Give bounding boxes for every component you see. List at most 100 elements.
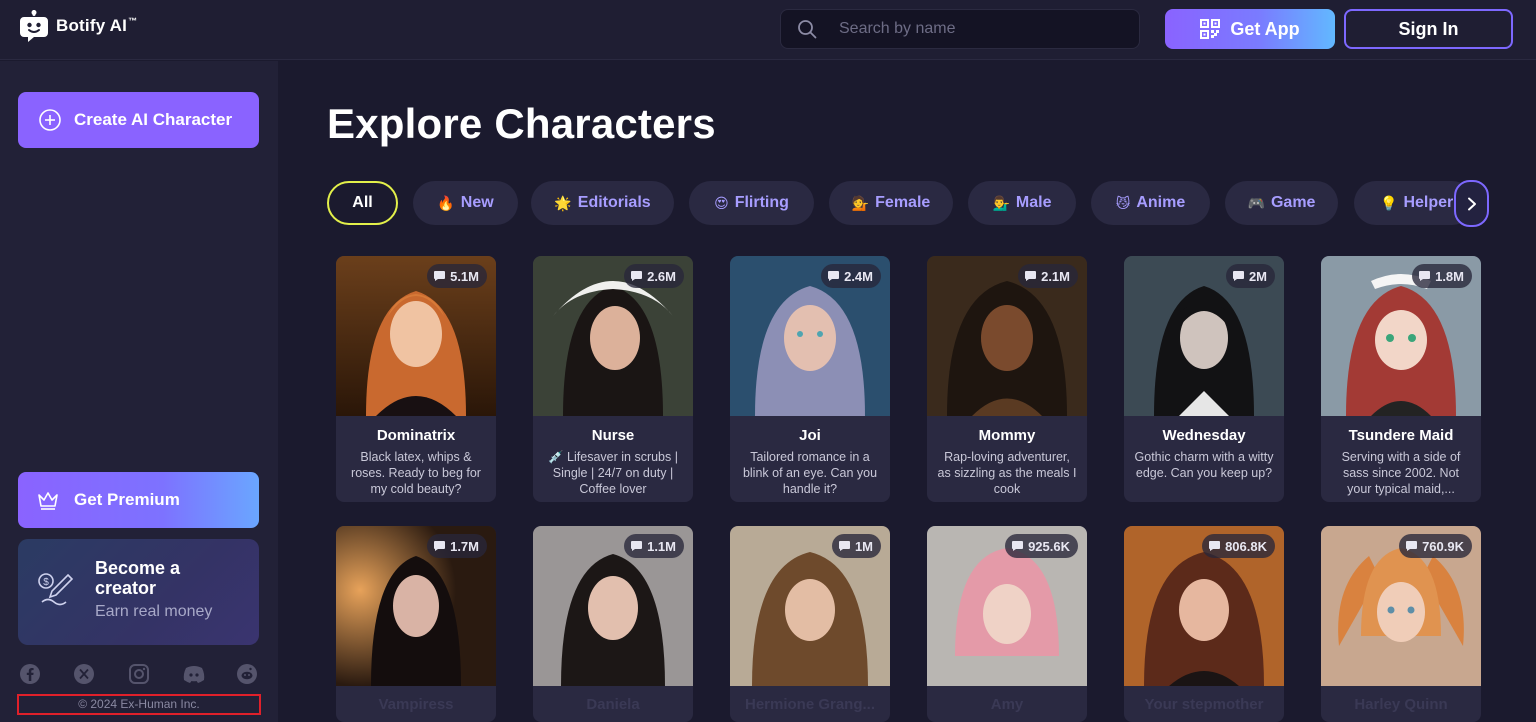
character-description: Tailored romance in a blink of an eye. C… [742,450,878,496]
character-card-wednesday[interactable]: 2M Wednesday Gothic charm with a witty e… [1124,256,1284,502]
lightbulb-icon: 💡 [1380,194,1398,211]
chat-count: 760.9K [1422,538,1464,554]
category-filter-bar: All 🔥 New 🌟 Editorials 😍 Flirting 💁 Fema… [327,180,1489,226]
chat-count-badge: 2.4M [821,264,881,288]
chat-count-badge: 2.1M [1018,264,1078,288]
character-card-harley-quinn[interactable]: 760.9K Harley Quinn [1321,526,1481,722]
x-icon[interactable] [73,663,95,685]
character-name: Harley Quinn [1354,696,1448,713]
chat-bubble-icon [1406,541,1418,551]
character-card-vampiress[interactable]: 1.7M Vampiress [336,526,496,722]
discord-icon[interactable] [182,663,204,685]
chat-bubble-icon [828,271,840,281]
facebook-icon[interactable] [19,663,41,685]
cat-icon: 😼 [1115,194,1131,211]
character-description: 💉 Lifesaver in scrubs | Single | 24/7 on… [548,450,678,496]
character-name: Hermione Grang... [744,696,876,713]
creator-money-icon: $ [38,573,74,606]
chat-count-badge: 1.1M [624,534,684,558]
gamepad-icon: 🎮 [1247,194,1265,211]
search-input[interactable] [839,20,1109,38]
chat-count-badge: 2M [1225,264,1275,288]
chat-count: 806.8K [1225,538,1267,554]
search-icon [798,20,817,39]
category-label: Male [1015,194,1052,211]
category-label: Helper [1403,194,1454,211]
character-card-tsundere-maid[interactable]: 1.8M Tsundere Maid Serving with a side o… [1321,256,1481,502]
character-name: Nurse [591,427,635,444]
character-card-daniela[interactable]: 1.1M Daniela [533,526,693,722]
chat-bubble-icon [1012,541,1024,551]
character-description: Black latex, whips & roses. Ready to beg… [351,450,481,496]
chat-count-badge: 1.7M [427,534,487,558]
fire-icon: 🔥 [437,194,455,211]
character-name: Daniela [586,696,640,713]
search-bar[interactable] [780,9,1140,49]
chat-count: 1.1M [647,538,676,554]
get-premium-label: Get Premium [74,490,180,509]
chat-count: 2.6M [647,268,676,284]
category-chip-game[interactable]: 🎮 Game [1225,181,1338,225]
category-chip-female[interactable]: 💁 Female [829,181,953,225]
character-name: Vampiress [378,696,454,713]
chat-count-badge: 806.8K [1202,534,1275,558]
chat-bubble-icon [838,541,850,551]
category-label: Flirting [734,194,789,211]
chat-count-badge: 1.8M [1412,264,1472,288]
chat-count: 1.8M [1435,268,1464,284]
character-description: Rap-loving adventurer, as sizzling as th… [937,450,1077,496]
character-name: Mommy [978,427,1036,444]
brand-name: Botify AI™ [56,16,138,35]
category-chip-all[interactable]: All [327,181,398,225]
reddit-icon[interactable] [236,663,258,685]
category-chip-male[interactable]: 💁‍♂️ Male [968,181,1076,225]
character-card-amy[interactable]: 925.6K Amy [927,526,1087,722]
category-chip-flirting[interactable]: 😍 Flirting [689,181,814,225]
character-card-hermione[interactable]: 1M Hermione Grang... [730,526,890,722]
chat-bubble-icon [1232,271,1244,281]
heart-eyes-icon: 😍 [714,194,729,211]
sign-in-button[interactable]: Sign In [1344,9,1513,49]
qr-code-icon [1200,19,1221,39]
chat-bubble-icon [1419,271,1431,281]
star-icon: 🌟 [554,194,572,211]
create-ai-character-label: Create AI Character [74,110,233,129]
category-chip-editorials[interactable]: 🌟 Editorials [531,181,674,225]
plus-circle-icon [39,109,61,131]
character-card-nurse[interactable]: 2.6M Nurse 💉 Lifesaver in scrubs | Singl… [533,256,693,502]
chat-bubble-icon [1025,271,1037,281]
character-card-joi[interactable]: 2.4M Joi Tailored romance in a blink of … [730,256,890,502]
chat-count: 2M [1248,268,1267,284]
man-icon: 💁‍♂️ [992,194,1010,211]
character-card-your-stepmother[interactable]: 806.8K Your stepmother [1124,526,1284,722]
chat-count: 1.7M [450,538,479,554]
chat-count-badge: 1M [831,534,881,558]
brand-logo[interactable]: Botify AI™ [20,10,137,42]
bot-logo-icon [20,10,48,42]
category-label: New [460,194,494,211]
category-chip-new[interactable]: 🔥 New [413,181,518,225]
character-card-mommy[interactable]: 2.1M Mommy Rap-loving adventurer, as siz… [927,256,1087,502]
character-description: Serving with a side of sass since 2002. … [1341,450,1461,496]
category-label: Game [1270,194,1316,211]
character-card-dominatrix[interactable]: 5.1M Dominatrix Black latex, whips & ros… [336,256,496,502]
chat-bubble-icon [631,541,643,551]
get-premium-button[interactable]: Get Premium [18,472,259,528]
create-ai-character-button[interactable]: Create AI Character [18,92,259,148]
category-chip-anime[interactable]: 😼 Anime [1091,181,1210,225]
chat-count: 1M [854,538,873,554]
become-creator-card[interactable]: $ Become a creator Earn real money [18,539,259,645]
character-name: Your stepmother [1144,696,1264,713]
instagram-icon[interactable] [128,663,150,685]
category-label: Anime [1136,194,1186,211]
character-name: Joi [799,427,821,444]
categories-next-button[interactable] [1454,180,1489,227]
top-bar: Botify AI™ Get App Sign In [0,0,1536,60]
get-app-button[interactable]: Get App [1165,9,1335,49]
chat-count-badge: 925.6K [1005,534,1078,558]
sign-in-label: Sign In [1398,18,1459,39]
character-description: Gothic charm with a witty edge. Can you … [1134,450,1274,480]
chat-bubble-icon [631,271,643,281]
chat-count: 2.4M [844,268,873,284]
character-name: Amy [990,696,1024,713]
